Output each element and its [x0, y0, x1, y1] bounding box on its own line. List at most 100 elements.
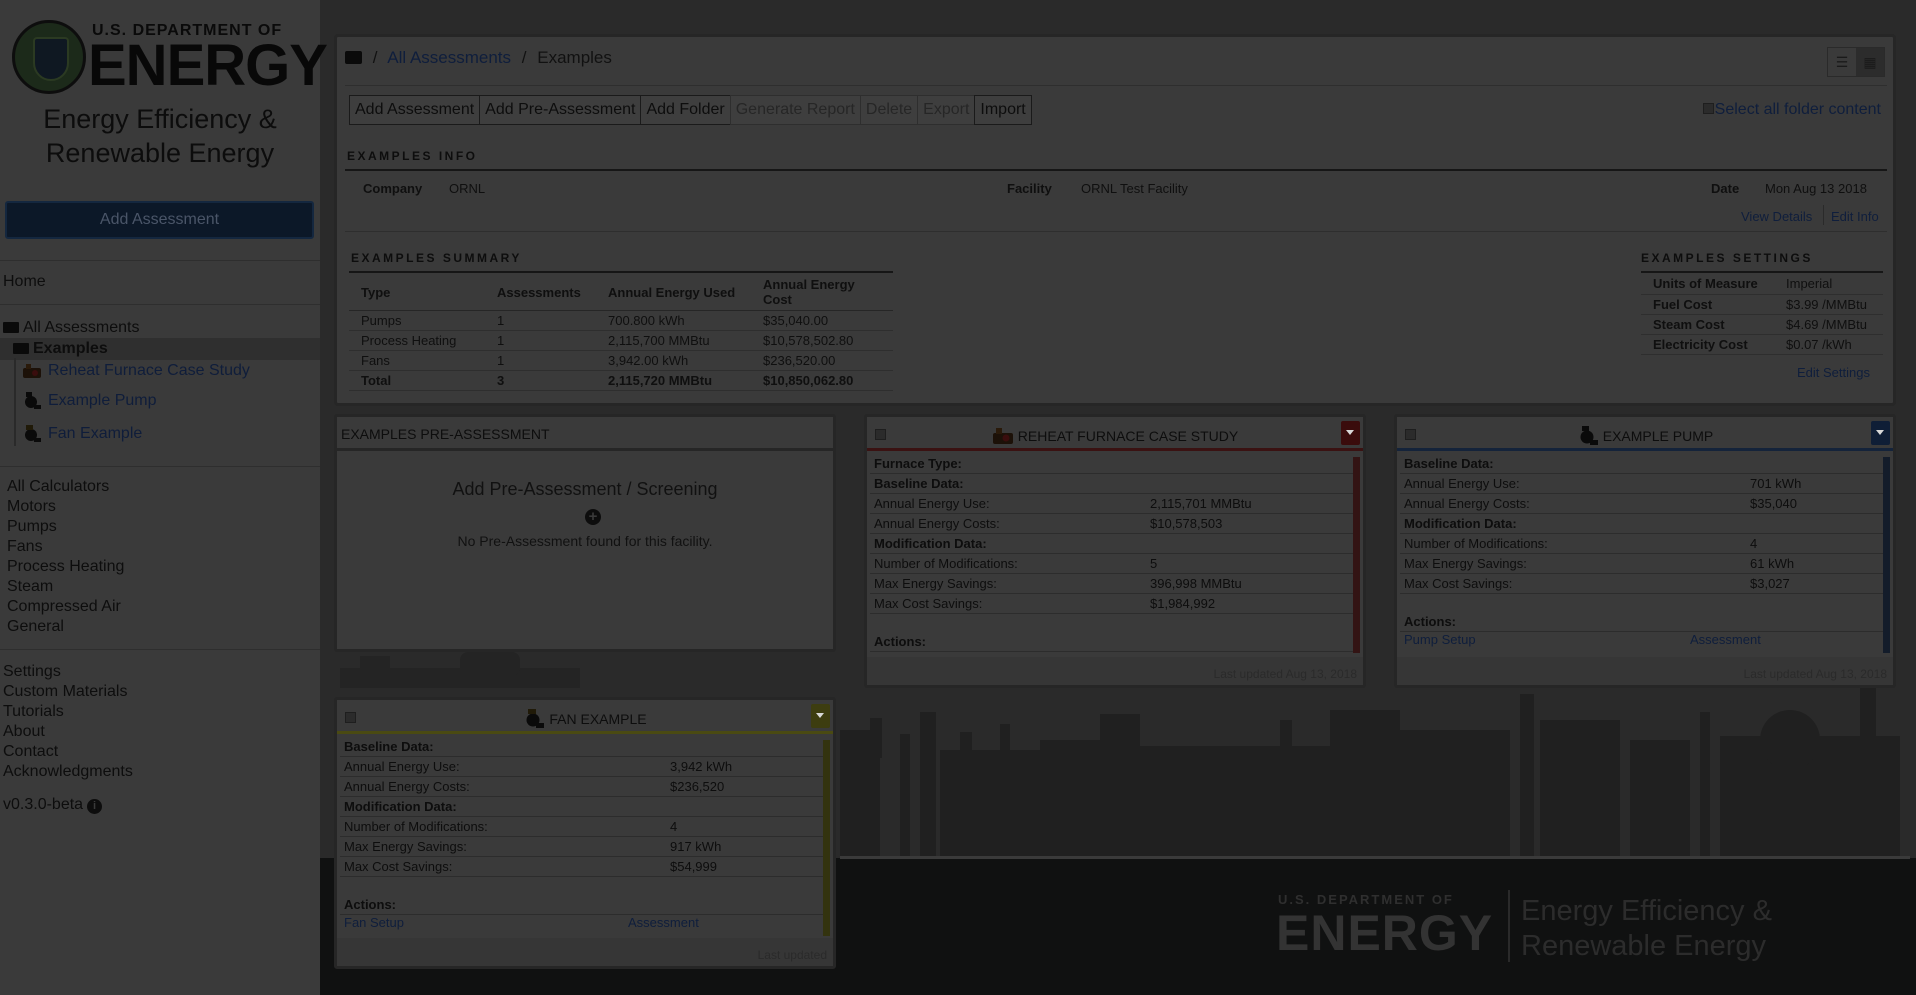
card-body: Baseline Data: Annual Energy Use: 3,942 k…: [340, 737, 823, 933]
select-all-folder-content[interactable]: Select all folder content: [1702, 101, 1881, 119]
table-row: Fans 1 3,942.00 kWh $236,520.00: [349, 350, 893, 371]
row-value: $236,520: [670, 779, 725, 794]
delete-button[interactable]: Delete: [859, 95, 919, 125]
grid-view-icon[interactable]: ▦: [1856, 48, 1884, 76]
plus-circle-icon[interactable]: +: [585, 509, 601, 525]
card-title[interactable]: EXAMPLE PUMP: [1397, 426, 1893, 446]
card-title[interactable]: REHEAT FURNACE CASE STUDY: [867, 426, 1363, 446]
table-cell: 1: [485, 330, 596, 351]
baseline-data-label: Baseline Data:: [1400, 454, 1883, 474]
row-value: $1,984,992: [1150, 596, 1216, 611]
table-row: Steam Cost $4.69 /MMBtu: [1641, 314, 1883, 335]
info-icon[interactable]: i: [87, 799, 103, 814]
row-value: 917 kWh: [670, 839, 722, 854]
pre-assessment-card: EXAMPLES PRE-ASSESSMENT Add Pre-Assessme…: [334, 414, 836, 652]
card-row: Annual Energy Use: 3,942 kWh: [340, 757, 823, 777]
divider: [0, 466, 320, 467]
card-body: Furnace Type: Baseline Data: Annual Ener…: [870, 454, 1353, 652]
folder-icon: [3, 322, 19, 333]
card-scrollbar[interactable]: [823, 740, 830, 936]
list-view-icon[interactable]: ☰: [1828, 48, 1856, 76]
logo-energy-text: ENERGY: [88, 33, 328, 98]
summary-header-type: Type: [349, 274, 485, 311]
sidebar-item-custom-materials[interactable]: Custom Materials: [3, 683, 127, 701]
folder-overview-panel: / All Assessments / Examples ☰ ▦ Add Ass…: [334, 34, 1896, 406]
assessment-link[interactable]: Assessment: [1690, 632, 1761, 647]
sidebar-item-contact[interactable]: Contact: [3, 743, 58, 761]
export-button[interactable]: Export: [917, 95, 976, 125]
edit-settings-link[interactable]: Edit Settings: [1797, 365, 1870, 380]
card-actions: Fan Setup Assessment: [340, 915, 823, 933]
version-text: v0.3.0-beta: [3, 796, 84, 813]
sidebar-item-acknowledgments[interactable]: Acknowledgments: [3, 763, 133, 781]
add-pre-assessment-button[interactable]: Add Pre-Assessment: [479, 95, 642, 125]
breadcrumb-all-assessments-link[interactable]: All Assessments: [387, 48, 511, 67]
select-all-checkbox[interactable]: [1702, 103, 1714, 114]
sidebar-item-settings[interactable]: Settings: [3, 663, 61, 681]
sidebar-item-process-heating[interactable]: Process Heating: [7, 558, 124, 576]
card-actions: Pump Setup Assessment: [1400, 632, 1883, 650]
breadcrumb-sep: /: [372, 48, 378, 67]
assessment-link[interactable]: Assessment: [628, 915, 699, 930]
footer-energy-text: ENERGY: [1276, 905, 1494, 961]
sidebar-item-example-pump[interactable]: Example Pump: [48, 392, 157, 410]
card-scrollbar[interactable]: [1883, 457, 1890, 653]
sidebar-item-home[interactable]: Home: [3, 273, 46, 291]
sidebar-item-examples-folder[interactable]: Examples: [13, 340, 108, 358]
row-label: Annual Energy Use:: [1404, 476, 1520, 491]
sidebar-item-steam[interactable]: Steam: [7, 578, 53, 596]
generate-report-button[interactable]: Generate Report: [729, 95, 861, 125]
add-assessment-button[interactable]: Add Assessment: [349, 95, 481, 125]
sidebar-add-assessment-button[interactable]: Add Assessment: [5, 201, 314, 239]
doe-logo[interactable]: U.S. DEPARTMENT OF ENERGY: [12, 18, 328, 98]
sidebar-item-all-calculators[interactable]: All Calculators: [7, 478, 109, 496]
row-label: Annual Energy Costs:: [1404, 496, 1530, 511]
import-button[interactable]: Import: [974, 95, 1032, 125]
sidebar: U.S. DEPARTMENT OF ENERGY Energy Efficie…: [0, 0, 328, 995]
sidebar-item-about[interactable]: About: [3, 723, 45, 741]
fan-icon: [526, 709, 545, 728]
chevron-down-icon[interactable]: [811, 704, 830, 728]
table-cell: Electricity Cost: [1641, 334, 1774, 355]
row-value: 396,998 MMBtu: [1150, 576, 1242, 591]
sidebar-item-pumps[interactable]: Pumps: [7, 518, 57, 536]
pump-setup-link[interactable]: Pump Setup: [1404, 632, 1476, 647]
table-cell: Imperial: [1774, 274, 1883, 295]
sidebar-item-fans[interactable]: Fans: [7, 538, 43, 556]
summary-header-assessments: Assessments: [485, 274, 596, 311]
sidebar-item-fan-example[interactable]: Fan Example: [48, 425, 142, 443]
table-cell: $3.99 /MMBtu: [1774, 294, 1883, 315]
add-pre-assessment-link[interactable]: Add Pre-Assessment / Screening: [337, 479, 833, 500]
card-scrollbar[interactable]: [1353, 457, 1360, 653]
sidebar-item-compressed-air[interactable]: Compressed Air: [7, 598, 121, 616]
table-cell: $0.07 /kWh: [1774, 334, 1883, 355]
view-details-link[interactable]: View Details: [1741, 209, 1812, 224]
sidebar-item-motors[interactable]: Motors: [7, 498, 56, 516]
tree-line: [14, 358, 16, 446]
table-cell: 2,115,700 MMBtu: [596, 330, 751, 351]
add-folder-button[interactable]: Add Folder: [640, 95, 731, 125]
sidebar-item-reheat-furnace[interactable]: Reheat Furnace Case Study: [48, 362, 250, 380]
fan-setup-link[interactable]: Fan Setup: [344, 915, 404, 930]
furnace-icon: [23, 364, 41, 378]
sidebar-item-tutorials[interactable]: Tutorials: [3, 703, 64, 721]
sidebar-item-all-assessments[interactable]: All Assessments: [3, 319, 139, 337]
card-title-text: REHEAT FURNACE CASE STUDY: [1017, 428, 1239, 444]
chevron-down-icon[interactable]: [1341, 421, 1360, 445]
card-row: Number of Modifications: 4: [340, 817, 823, 837]
fan-icon: [25, 425, 41, 442]
edit-info-link[interactable]: Edit Info: [1831, 209, 1879, 224]
row-value: 5: [1150, 556, 1158, 571]
assessment-card-fan: FAN EXAMPLE Baseline Data: Annual Energy…: [334, 697, 836, 969]
version-label: v0.3.0-beta i: [3, 796, 103, 814]
view-toggle: ☰ ▦: [1827, 47, 1885, 77]
table-cell: 1: [485, 350, 596, 371]
row-label: Annual Energy Use:: [874, 496, 990, 511]
sidebar-item-general[interactable]: General: [7, 618, 64, 636]
examples-info-title: EXAMPLES INFO: [347, 149, 478, 163]
row-value: 2,115,701 MMBtu: [1150, 496, 1252, 511]
chevron-down-icon[interactable]: [1871, 421, 1890, 445]
card-title[interactable]: FAN EXAMPLE: [337, 709, 833, 729]
card-row: Max Energy Savings: 917 kWh: [340, 837, 823, 857]
